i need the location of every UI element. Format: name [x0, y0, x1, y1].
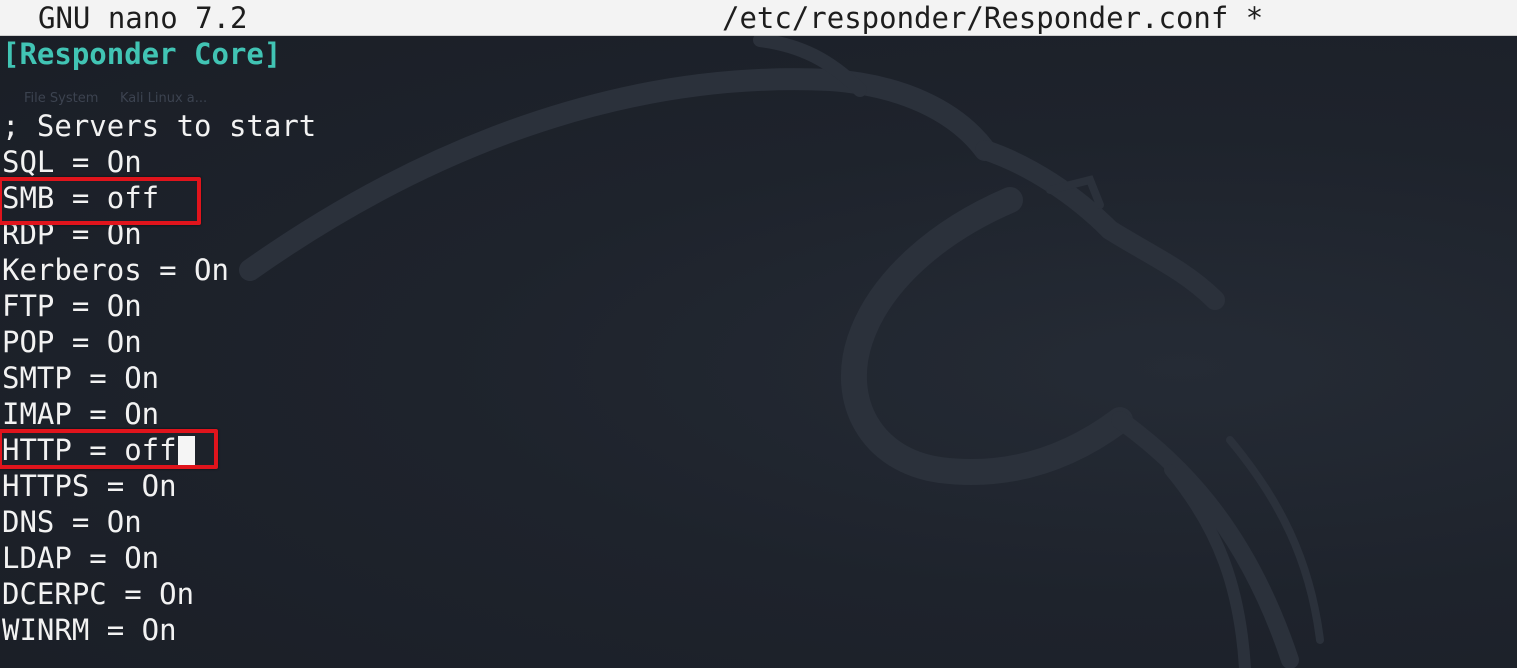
config-line-rdp: RDP = On — [2, 217, 142, 251]
file-path: /etc/responder/Responder.conf * — [722, 1, 1264, 35]
config-line-dcerpc: DCERPC = On — [2, 577, 195, 611]
section-header: [Responder Core] — [2, 37, 282, 71]
config-line-ldap: LDAP = On — [2, 541, 160, 575]
config-line-kerberos: Kerberos = On — [2, 253, 229, 287]
editor-buffer[interactable]: [Responder Core] ; Servers to start SQL … — [2, 36, 1502, 648]
comment-line: ; Servers to start — [2, 109, 317, 143]
terminal-window: File System Kali Linux a... GNU nano 7.2… — [0, 0, 1517, 668]
app-name: GNU nano 7.2 — [38, 1, 248, 35]
http-line-text: HTTP = off — [2, 433, 177, 467]
config-line-ftp: FTP = On — [2, 289, 142, 323]
text-cursor — [177, 436, 195, 466]
config-line-imap: IMAP = On — [2, 397, 160, 431]
config-line-pop: POP = On — [2, 325, 142, 359]
config-line-dns: DNS = On — [2, 505, 142, 539]
nano-title-bar: GNU nano 7.2 /etc/responder/Responder.co… — [0, 0, 1517, 36]
config-line-winrm: WINRM = On — [2, 613, 177, 647]
config-line-https: HTTPS = On — [2, 469, 177, 503]
config-line-smtp: SMTP = On — [2, 361, 160, 395]
config-line-smb: SMB = off — [2, 181, 160, 215]
config-line-http: HTTP = off — [2, 432, 1502, 468]
config-line-sql: SQL = On — [2, 145, 142, 179]
